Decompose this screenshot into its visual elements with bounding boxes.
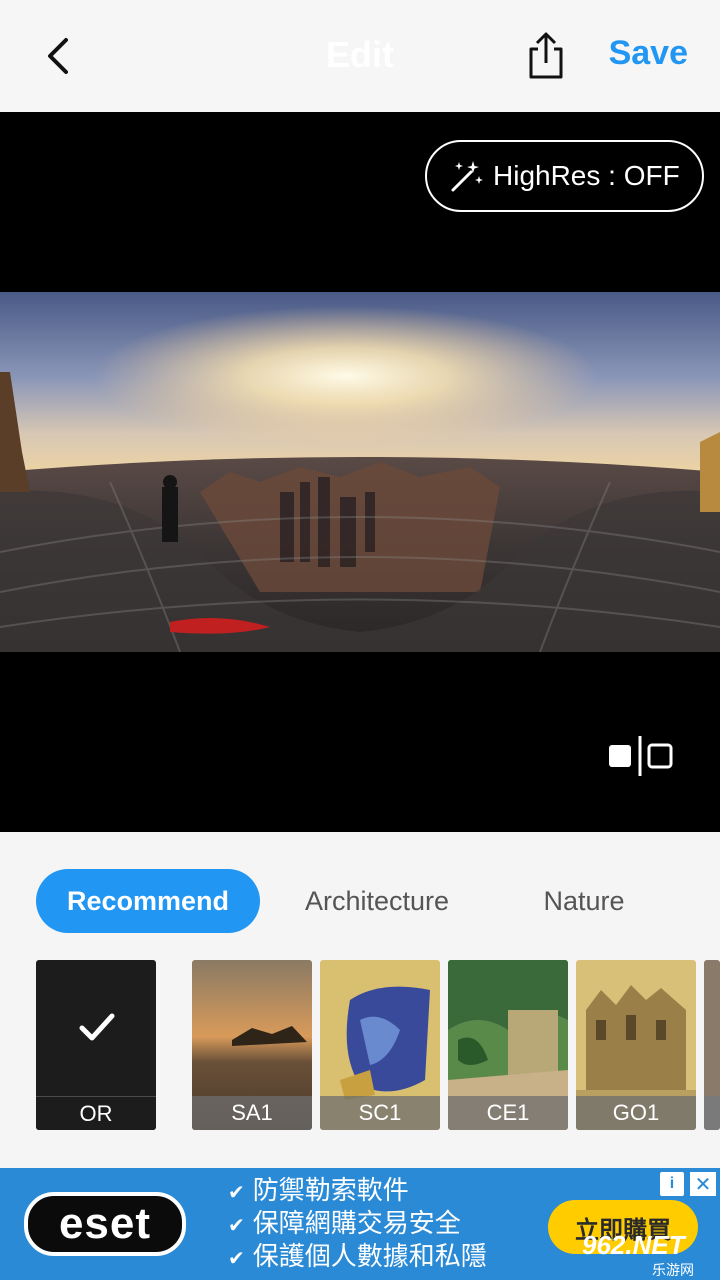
- edit-screen: Edit Save HighRes : OFF Recommend Archit…: [0, 0, 720, 1280]
- filter-label: CE1: [448, 1096, 568, 1130]
- ad-close-icon[interactable]: ✕: [690, 1172, 716, 1196]
- filter-original[interactable]: OR: [36, 960, 156, 1130]
- panorama-photo: [0, 292, 720, 652]
- ad-text: ✔ 防禦勒索軟件 ✔ 保障網購交易安全 ✔ 保護個人數據和私隱: [228, 1174, 548, 1273]
- filter-label: GO1: [576, 1096, 696, 1130]
- filter-sa1[interactable]: SA1: [192, 960, 312, 1130]
- filter-label: SA1: [192, 1096, 312, 1130]
- filter-label: SC1: [320, 1096, 440, 1130]
- watermark-subtitle: 乐游网: [652, 1262, 694, 1278]
- ad-line: ✔ 防禦勒索軟件: [228, 1175, 409, 1205]
- tab-recommend[interactable]: Recommend: [36, 869, 260, 933]
- checkmark-icon: ✔: [228, 1182, 245, 1204]
- filter-label: OR: [36, 1096, 156, 1130]
- ad-info-icon[interactable]: i: [660, 1172, 684, 1196]
- ad-brand-logo: eset: [24, 1192, 186, 1256]
- filter-strip: OR SA1 SC1 CE1 GO1: [0, 960, 720, 1132]
- share-icon: [529, 32, 563, 79]
- tab-architecture[interactable]: Architecture: [282, 869, 472, 933]
- top-bar: Edit Save: [0, 0, 720, 112]
- highres-toggle-button[interactable]: HighRes : OFF: [425, 140, 704, 212]
- filter-go1[interactable]: GO1: [576, 960, 696, 1130]
- ad-line: ✔ 保障網購交易安全: [228, 1208, 461, 1238]
- save-button[interactable]: Save: [609, 34, 688, 73]
- checkmark-icon: [79, 1013, 115, 1041]
- checkmark-icon: ✔: [228, 1248, 245, 1270]
- ad-banner[interactable]: eset ✔ 防禦勒索軟件 ✔ 保障網購交易安全 ✔ 保護個人數據和私隱 立即購買 i…: [0, 1168, 720, 1280]
- compare-button[interactable]: [606, 732, 674, 780]
- ad-line: ✔ 保護個人數據和私隱: [228, 1241, 487, 1271]
- filter-sc1[interactable]: SC1: [320, 960, 440, 1130]
- image-preview: HighRes : OFF: [0, 112, 720, 832]
- filter-category-tabs: Recommend Architecture Nature: [0, 832, 720, 972]
- filter-next-partial[interactable]: [704, 960, 720, 1130]
- compare-split-icon: [609, 736, 673, 776]
- filter-thumbnail: [704, 960, 720, 1130]
- share-button[interactable]: [522, 28, 570, 84]
- highres-label: HighRes : OFF: [493, 160, 680, 191]
- filter-ce1[interactable]: CE1: [448, 960, 568, 1130]
- checkmark-icon: ✔: [228, 1215, 245, 1237]
- tab-nature[interactable]: Nature: [520, 869, 648, 933]
- watermark: 962.NET: [582, 1230, 685, 1260]
- magic-wand-icon: [451, 161, 483, 192]
